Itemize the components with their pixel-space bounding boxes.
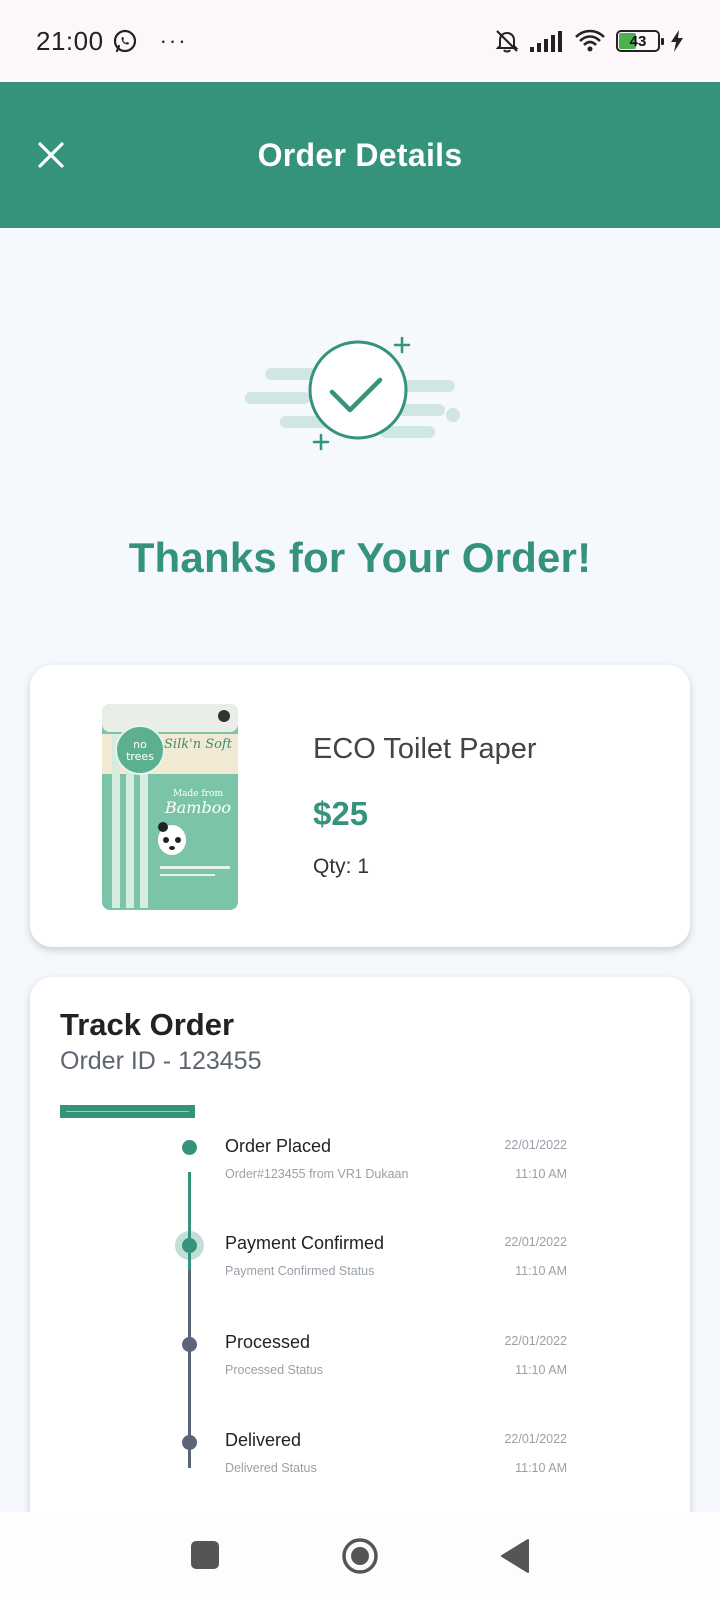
product-name: ECO Toilet Paper	[313, 733, 537, 765]
system-nav-bar	[0, 1512, 720, 1600]
product-quantity: Qty: 1	[313, 855, 370, 878]
whatsapp-icon	[113, 29, 136, 53]
track-order-title: Track Order	[60, 1007, 235, 1042]
product-price: $25	[313, 795, 369, 832]
status-left: 21:00 ···	[36, 26, 188, 57]
wifi-icon	[575, 29, 605, 52]
step-time: 11:10 AM	[515, 1363, 567, 1377]
step-title: Payment Confirmed	[225, 1233, 385, 1253]
step-time: 11:10 AM	[515, 1461, 567, 1475]
thanks-message: Thanks for Your Order!	[128, 534, 592, 581]
signal-icon	[530, 31, 562, 52]
step-title: Processed	[225, 1332, 311, 1352]
status-right: 43	[494, 28, 684, 54]
more-indicator: ···	[159, 28, 188, 53]
product-card[interactable]: no trees Silk'n Soft Made from Bamboo EC…	[30, 665, 690, 947]
battery-level: 43	[629, 32, 647, 50]
package-brand-line2: trees	[126, 750, 154, 763]
timeline-step-processed: Processed Processed Status 22/01/2022 11…	[30, 1332, 690, 1392]
page-title: Order Details	[257, 136, 463, 173]
package-material: Bamboo	[164, 798, 231, 817]
product-image: no trees Silk'n Soft Made from Bamboo	[102, 704, 238, 910]
bell-off-icon	[495, 30, 519, 53]
step-time: 11:10 AM	[515, 1264, 567, 1278]
step-dot	[182, 1238, 197, 1253]
track-order-card: Track Order Order ID - 123455 Order Plac…	[30, 977, 690, 1600]
step-date: 22/01/2022	[504, 1334, 567, 1348]
timeline-step-payment-confirmed: Payment Confirmed Payment Confirmed Stat…	[30, 1233, 690, 1293]
step-date: 22/01/2022	[504, 1138, 567, 1152]
step-title: Delivered	[225, 1430, 302, 1450]
step-title: Order Placed	[225, 1136, 332, 1156]
step-subtitle: Payment Confirmed Status	[225, 1264, 375, 1278]
step-date: 22/01/2022	[504, 1235, 567, 1249]
status-bar: 21:00 ··· 43	[0, 0, 720, 82]
bolt-icon	[671, 30, 683, 52]
timeline-step-order-placed: Order Placed Order#123455 from VR1 Dukaa…	[30, 1136, 690, 1196]
step-dot	[182, 1337, 197, 1352]
close-icon[interactable]	[36, 140, 66, 170]
step-date: 22/01/2022	[504, 1432, 567, 1446]
step-dot	[182, 1140, 197, 1155]
triangle-back-icon[interactable]	[500, 1538, 530, 1574]
square-icon[interactable]	[191, 1541, 219, 1569]
clock: 21:00	[36, 25, 104, 56]
battery-indicator: 43	[616, 30, 664, 52]
step-subtitle: Processed Status	[225, 1363, 323, 1377]
step-dot	[182, 1435, 197, 1450]
app-bar: Order Details	[0, 82, 720, 228]
step-subtitle: Delivered Status	[225, 1461, 317, 1475]
package-title: Silk'n Soft	[164, 737, 233, 752]
circle-home-icon[interactable]	[341, 1537, 379, 1575]
check-circle-icon	[245, 336, 460, 451]
order-id: Order ID - 123455	[60, 1047, 262, 1075]
step-time: 11:10 AM	[515, 1167, 567, 1181]
divider	[60, 1105, 195, 1118]
step-subtitle: Order#123455 from VR1 Dukaan	[225, 1167, 409, 1181]
timeline-step-delivered: Delivered Delivered Status 22/01/2022 11…	[30, 1430, 690, 1490]
